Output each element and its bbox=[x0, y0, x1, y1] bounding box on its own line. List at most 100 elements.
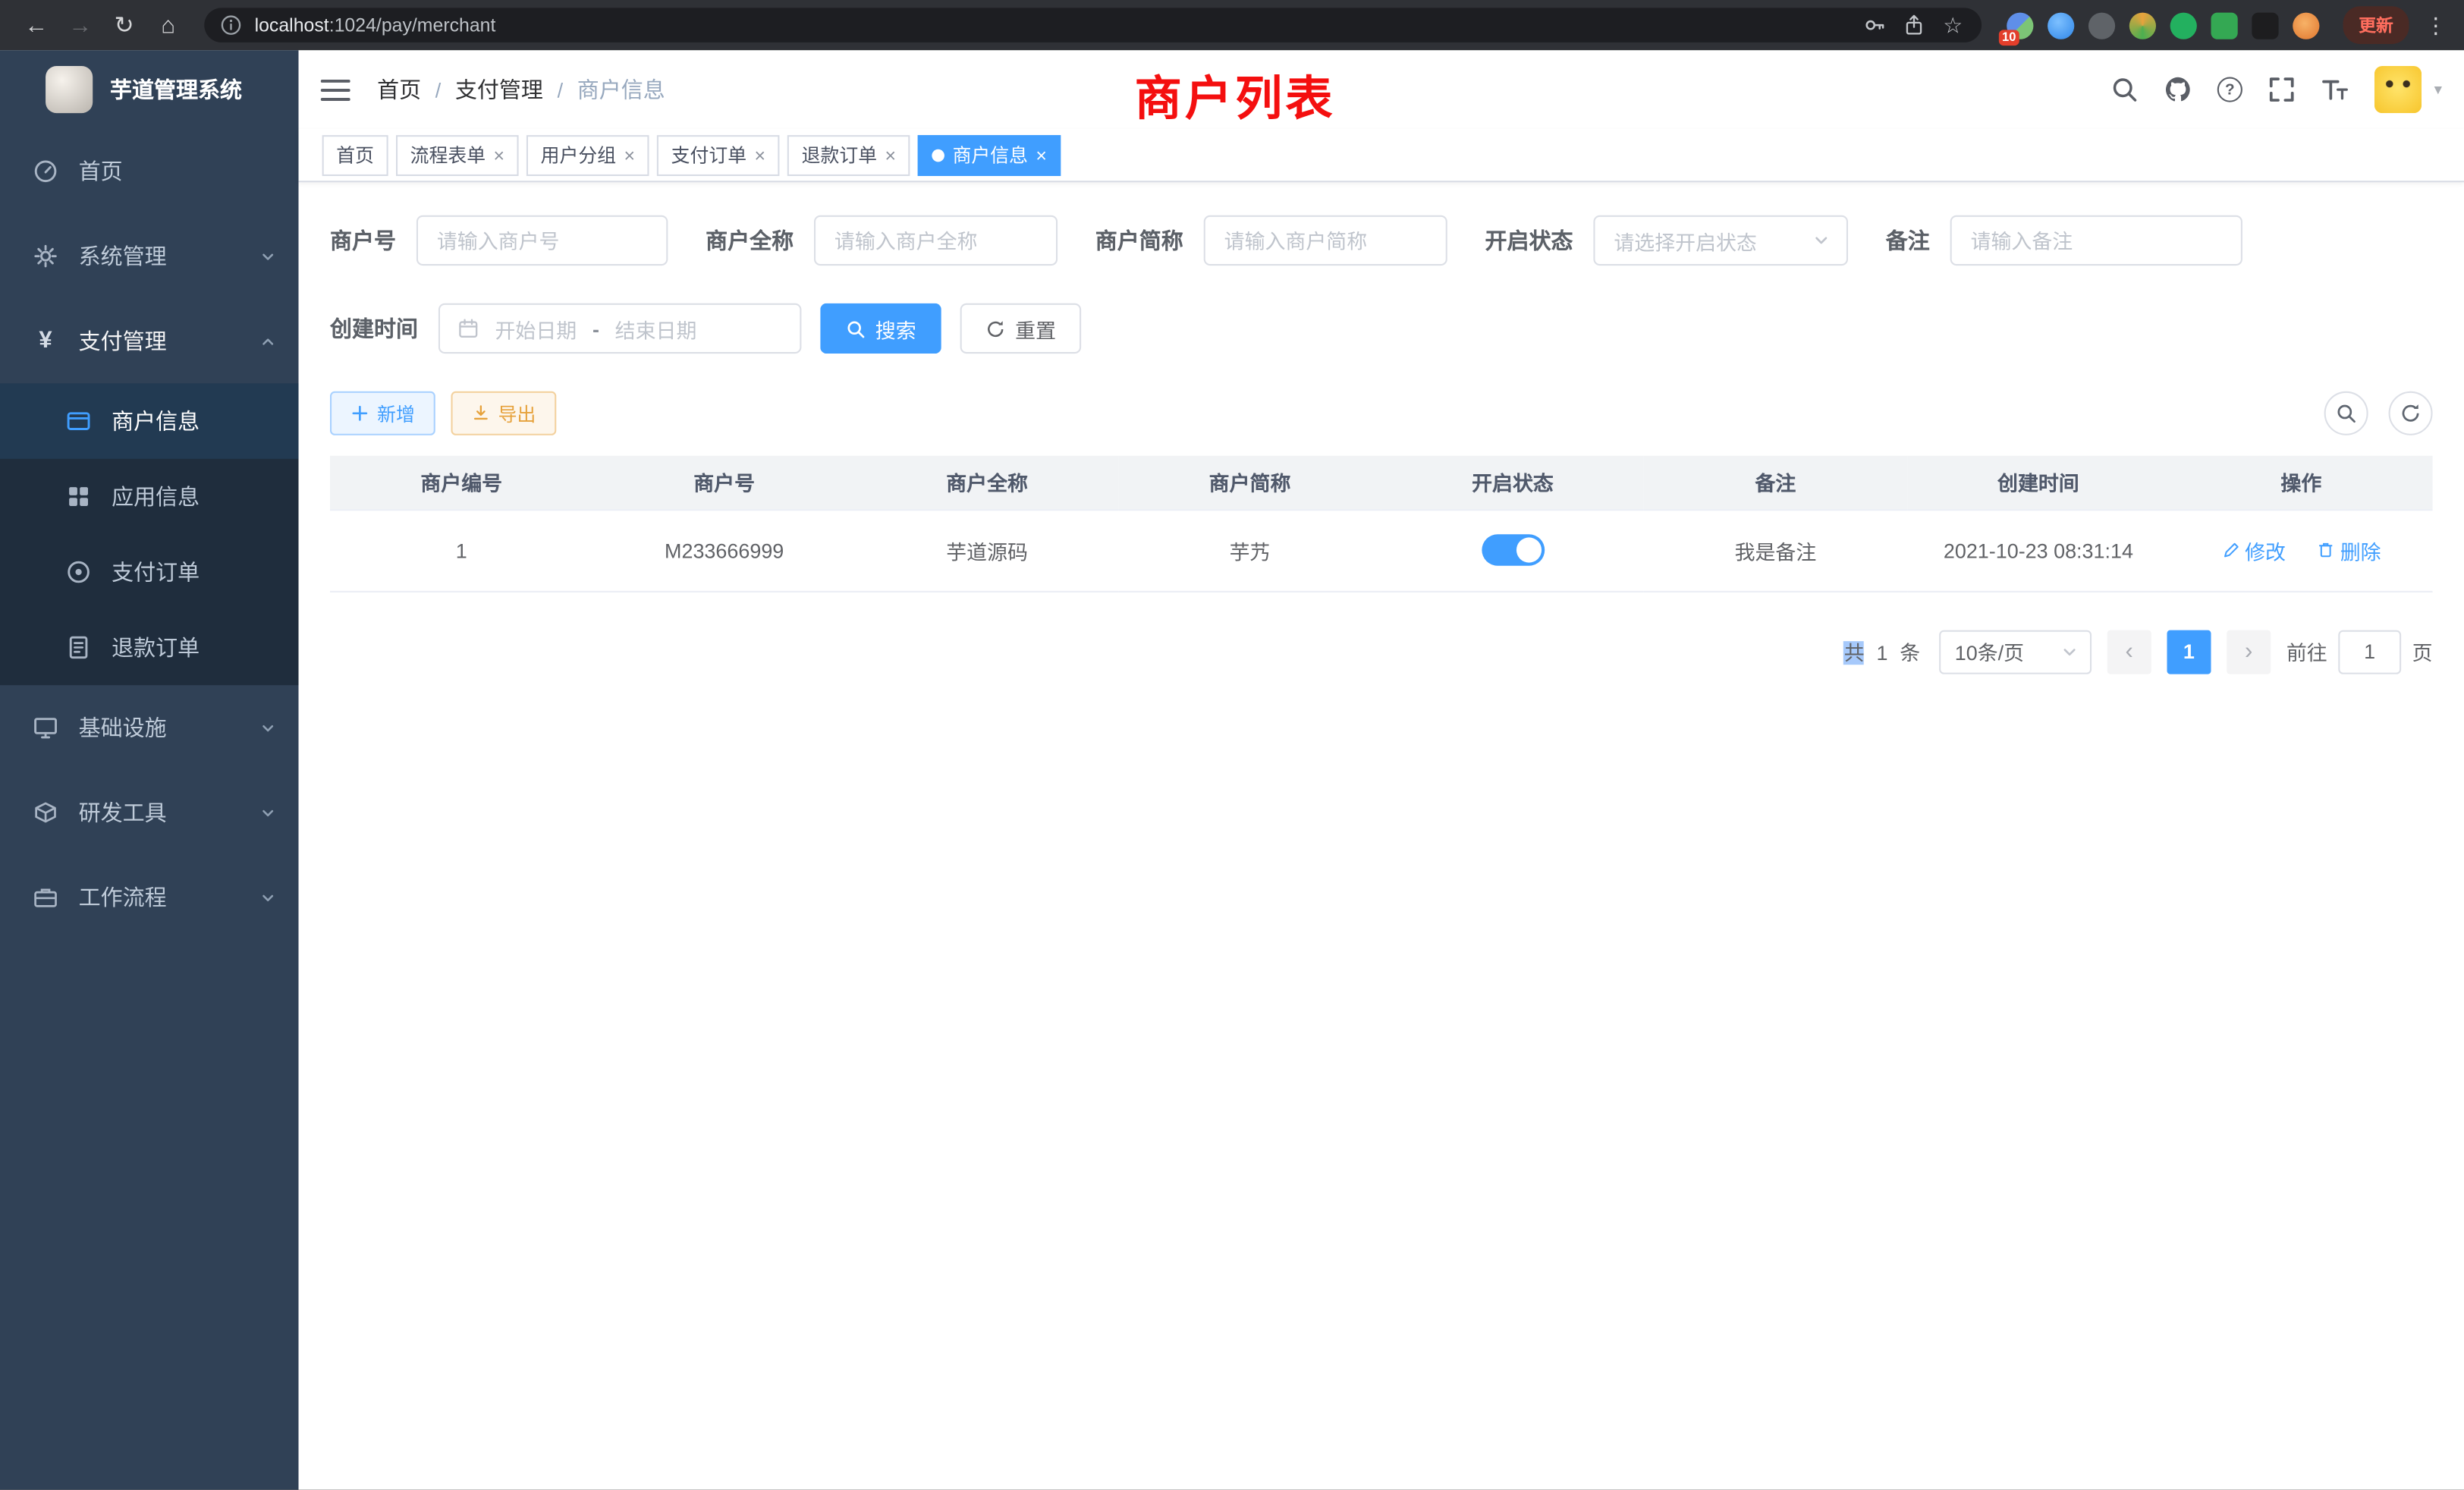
column-header: 创建时间 bbox=[1907, 456, 2170, 509]
url-host: localhost bbox=[255, 14, 329, 36]
url-path: :1024/pay/merchant bbox=[329, 14, 496, 36]
sidebar-item-label: 基础设施 bbox=[79, 712, 259, 743]
tab-home[interactable]: 首页 bbox=[322, 134, 388, 175]
avatar-caret-icon[interactable]: ▾ bbox=[2434, 81, 2442, 99]
breadcrumb: 首页 / 支付管理 / 商户信息 bbox=[377, 74, 665, 105]
sidebar-item-pay-order[interactable]: 支付订单 bbox=[0, 534, 299, 609]
column-header: 备注 bbox=[1644, 456, 1906, 509]
create-time-range-picker[interactable]: 开始日期 - 结束日期 bbox=[438, 303, 802, 354]
column-header: 商户简称 bbox=[1118, 456, 1381, 509]
tab-label: 商户信息 bbox=[953, 141, 1028, 168]
toggle-search-button[interactable] bbox=[2324, 391, 2368, 435]
page-1-button[interactable]: 1 bbox=[2167, 630, 2211, 674]
bookmark-star-icon[interactable]: ☆ bbox=[1943, 14, 1963, 36]
tab-close-icon[interactable]: × bbox=[624, 146, 635, 165]
breadcrumb-payment[interactable]: 支付管理 bbox=[455, 74, 543, 105]
chevron-down-icon bbox=[259, 804, 277, 822]
remark-input[interactable] bbox=[1950, 215, 2242, 266]
column-header: 商户全称 bbox=[856, 456, 1118, 509]
tab-close-icon[interactable]: × bbox=[493, 146, 504, 165]
fullscreen-icon[interactable] bbox=[2268, 75, 2296, 103]
back-icon[interactable]: ← bbox=[16, 5, 57, 46]
site-info-icon[interactable] bbox=[220, 14, 242, 36]
breadcrumb-home[interactable]: 首页 bbox=[377, 74, 421, 105]
page-size-value: 10条/页 bbox=[1955, 637, 2024, 666]
tab-merchant-info[interactable]: 商户信息 × bbox=[918, 134, 1061, 175]
search-button[interactable]: 搜索 bbox=[820, 303, 941, 354]
browser-menu-icon[interactable]: ⋮ bbox=[2423, 12, 2448, 39]
app-title: 芋道管理系统 bbox=[110, 74, 242, 105]
hamburger-icon[interactable] bbox=[321, 76, 350, 102]
reset-button[interactable]: 重置 bbox=[960, 303, 1082, 354]
github-icon[interactable] bbox=[2164, 75, 2192, 103]
sidebar-item-payment[interactable]: ¥ 支付管理 bbox=[0, 299, 299, 384]
browser-update-button[interactable]: 更新 bbox=[2343, 6, 2409, 44]
edit-link[interactable]: 修改 bbox=[2221, 535, 2286, 564]
tab-label: 用户分组 bbox=[541, 141, 616, 168]
date-separator: - bbox=[592, 316, 599, 340]
extension-icon-3[interactable] bbox=[2088, 12, 2115, 39]
sidebar-item-label: 支付管理 bbox=[79, 325, 259, 357]
sidebar-item-dev-tools[interactable]: 研发工具 bbox=[0, 770, 299, 855]
sidebar-item-label: 应用信息 bbox=[112, 481, 276, 512]
share-icon[interactable] bbox=[1903, 14, 1925, 36]
merchant-full-name-input[interactable] bbox=[814, 215, 1058, 266]
tab-refund-order[interactable]: 退款订单 × bbox=[787, 134, 910, 175]
status-select[interactable]: 请选择开启状态 bbox=[1593, 215, 1848, 266]
sidebar-item-merchant-info[interactable]: 商户信息 bbox=[0, 383, 299, 458]
forward-icon[interactable]: → bbox=[60, 5, 101, 46]
tab-close-icon[interactable]: × bbox=[754, 146, 765, 165]
export-button[interactable]: 导出 bbox=[451, 391, 557, 435]
page-size-select[interactable]: 10条/页 bbox=[1939, 630, 2092, 674]
extension-icon-6[interactable] bbox=[2211, 12, 2238, 39]
status-toggle[interactable] bbox=[1482, 534, 1545, 565]
grid-icon bbox=[66, 484, 91, 509]
extension-icon-5[interactable] bbox=[2170, 12, 2197, 39]
monitor-icon bbox=[33, 715, 58, 740]
tab-close-icon[interactable]: × bbox=[1036, 146, 1047, 165]
merchant-short-name-input[interactable] bbox=[1204, 215, 1447, 266]
extension-icon-1[interactable]: 10 bbox=[2007, 12, 2033, 39]
help-icon[interactable]: ? bbox=[2217, 77, 2242, 102]
delete-link[interactable]: 删除 bbox=[2317, 535, 2381, 564]
sidebar-item-infra[interactable]: 基础设施 bbox=[0, 685, 299, 770]
refresh-button[interactable] bbox=[2389, 391, 2433, 435]
goto-page-input[interactable] bbox=[2338, 630, 2401, 674]
font-size-icon[interactable] bbox=[2321, 75, 2349, 103]
merchant-no-input[interactable] bbox=[416, 215, 668, 266]
sidebar-item-system[interactable]: 系统管理 bbox=[0, 214, 299, 299]
search-icon[interactable] bbox=[2110, 75, 2139, 103]
sidebar-item-workflow[interactable]: 工作流程 bbox=[0, 855, 299, 940]
chevron-down-icon bbox=[1812, 231, 1831, 250]
add-button[interactable]: 新增 bbox=[330, 391, 435, 435]
prev-page-button[interactable]: ‹ bbox=[2107, 630, 2151, 674]
chevron-down-icon bbox=[259, 247, 277, 265]
home-icon[interactable]: ⌂ bbox=[148, 5, 189, 46]
sidebar-item-refund-order[interactable]: 退款订单 bbox=[0, 610, 299, 685]
reload-icon[interactable]: ↻ bbox=[104, 5, 145, 46]
cell-create-time: 2021-10-23 08:31:14 bbox=[1907, 509, 2170, 591]
logo[interactable]: 芋道管理系统 bbox=[0, 50, 299, 129]
extension-icon-4[interactable] bbox=[2129, 12, 2156, 39]
status-select-placeholder: 请选择开启状态 bbox=[1614, 225, 1757, 255]
app-header: 首页 / 支付管理 / 商户信息 ? bbox=[299, 50, 2464, 129]
tab-process-form[interactable]: 流程表单 × bbox=[396, 134, 519, 175]
extension-icon-2[interactable] bbox=[2048, 12, 2074, 39]
pagination: 共 1 条 10条/页 ‹ 1 › 前往 bbox=[330, 630, 2433, 674]
breadcrumb-separator: / bbox=[558, 78, 564, 102]
tab-pay-order[interactable]: 支付订单 × bbox=[657, 134, 780, 175]
extension-icon-8[interactable] bbox=[2293, 12, 2319, 39]
browser-toolbar: ← → ↻ ⌂ localhost :1024/pay/merchant ☆ 1… bbox=[0, 0, 2464, 50]
tab-close-icon[interactable]: × bbox=[885, 146, 896, 165]
tab-user-group[interactable]: 用户分组 × bbox=[526, 134, 649, 175]
sidebar-item-home[interactable]: 首页 bbox=[0, 129, 299, 214]
sidebar-item-app-info[interactable]: 应用信息 bbox=[0, 459, 299, 534]
tab-label: 支付订单 bbox=[671, 141, 746, 168]
password-key-icon[interactable] bbox=[1865, 14, 1887, 36]
extension-icon-7[interactable] bbox=[2252, 12, 2278, 39]
next-page-button[interactable]: › bbox=[2227, 630, 2271, 674]
user-avatar[interactable] bbox=[2374, 66, 2422, 113]
dashboard-icon bbox=[33, 159, 58, 184]
cell-merchant-no: M233666999 bbox=[592, 509, 855, 591]
address-bar[interactable]: localhost :1024/pay/merchant ☆ bbox=[204, 8, 1982, 42]
